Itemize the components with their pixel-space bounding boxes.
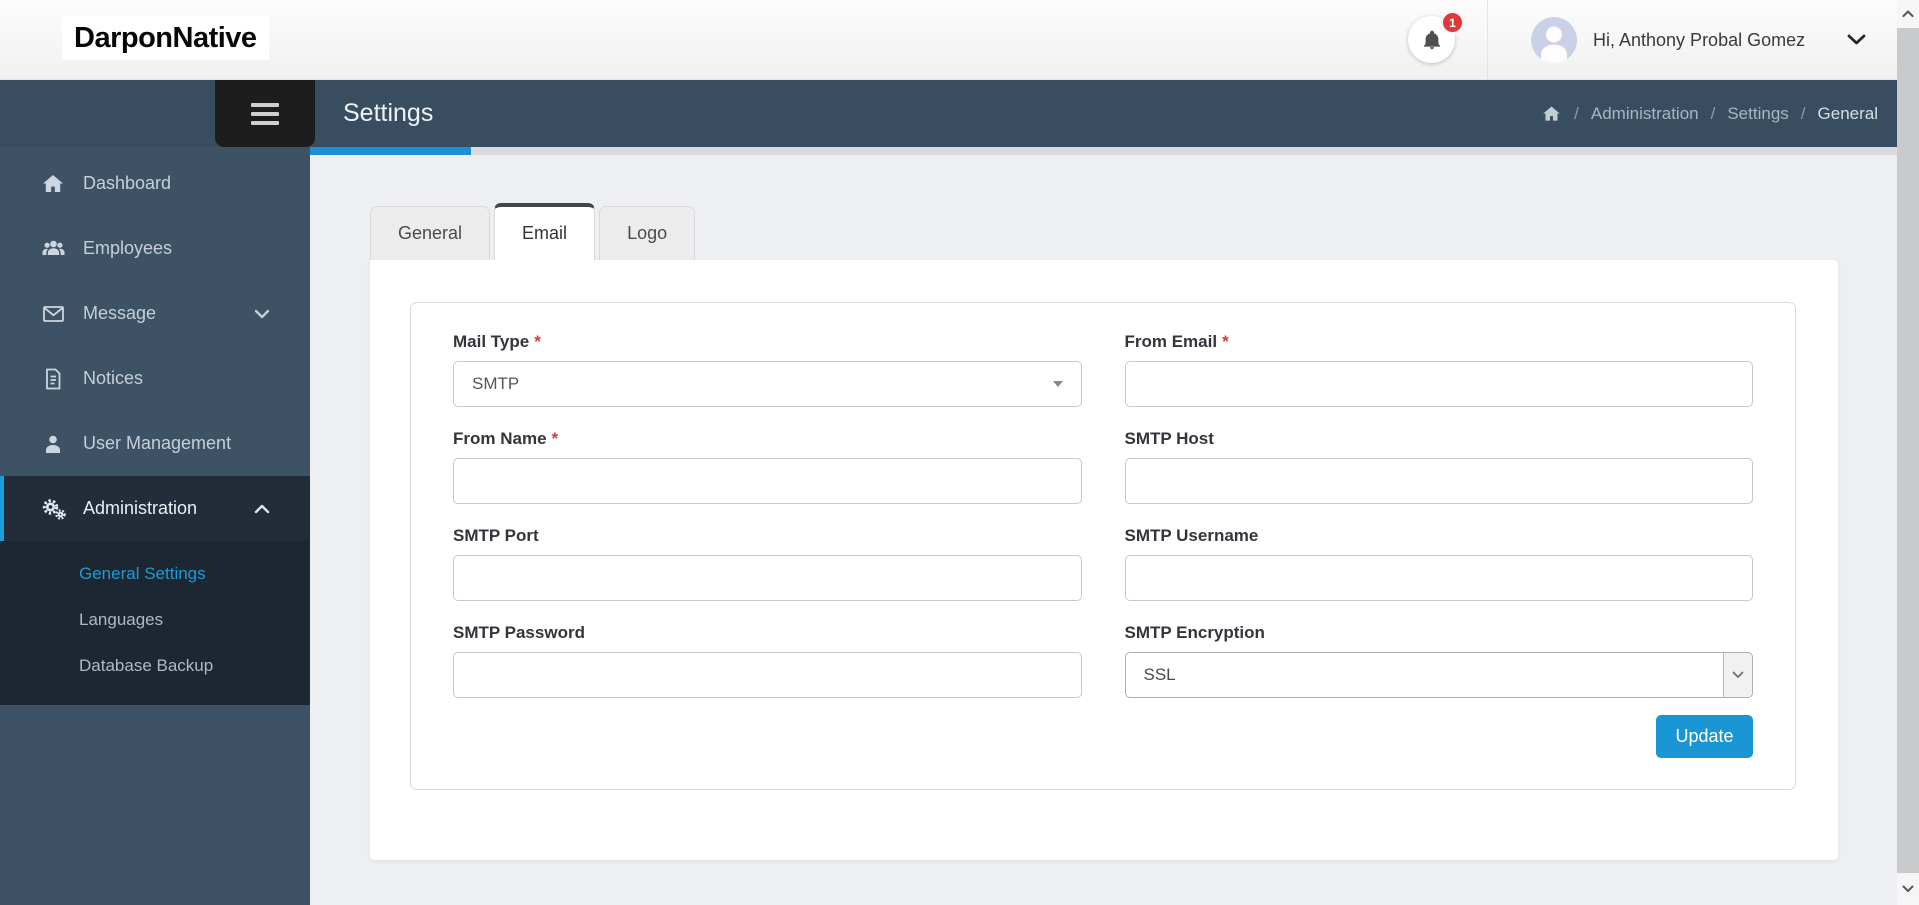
avatar — [1531, 17, 1577, 63]
user-menu[interactable]: Hi, Anthony Probal Gomez — [1531, 0, 1866, 80]
breadcrumb: / Administration / Settings / General — [1541, 80, 1878, 147]
sidebar: Dashboard Employees Message Notices User… — [0, 147, 310, 905]
field-smtp-username: SMTP Username — [1124, 525, 1753, 601]
sidebar-item-employees[interactable]: Employees — [0, 216, 310, 281]
field-smtp-encryption: SMTP Encryption SSL — [1124, 622, 1753, 698]
field-label: SMTP Encryption — [1124, 623, 1265, 642]
tab-email[interactable]: Email — [494, 203, 596, 260]
chevron-down-icon — [254, 309, 270, 319]
submenu-item-general-settings[interactable]: General Settings — [0, 551, 310, 597]
caret-down-icon — [1052, 381, 1063, 387]
notification-count-badge: 1 — [1441, 11, 1464, 34]
chevron-down-icon — [1723, 653, 1752, 697]
top-header: DarponNative 1 Hi, Anthony Probal Gomez — [0, 0, 1897, 80]
sidebar-item-message[interactable]: Message — [0, 281, 310, 346]
sidebar-toggle-button[interactable] — [215, 80, 315, 147]
mail-type-selected-value: SMTP — [472, 374, 520, 393]
sidebar-item-administration[interactable]: Administration — [0, 476, 310, 541]
sidebar-item-label: Administration — [83, 498, 198, 518]
submenu-item-database-backup[interactable]: Database Backup — [0, 643, 310, 689]
field-from-email: From Email * — [1124, 331, 1753, 407]
smtp-encryption-select[interactable]: SSL — [1124, 652, 1753, 698]
document-icon — [38, 367, 68, 391]
submenu-item-languages[interactable]: Languages — [0, 597, 310, 643]
scrollbar-thumb[interactable] — [1897, 28, 1919, 873]
user-icon — [38, 432, 68, 456]
notifications-button[interactable]: 1 — [1408, 11, 1464, 63]
field-from-name: From Name * — [453, 428, 1082, 504]
active-page-indicator — [310, 147, 471, 155]
required-asterisk: * — [551, 429, 559, 448]
sidebar-item-label: Message — [83, 303, 157, 323]
administration-submenu: General Settings Languages Database Back… — [0, 541, 310, 705]
navbar-bottom-strip — [471, 147, 1897, 155]
users-icon — [38, 237, 68, 261]
email-settings-panel: Mail Type * SMTP From Email * From Name … — [370, 260, 1838, 860]
email-settings-card: Mail Type * SMTP From Email * From Name … — [410, 302, 1796, 790]
breadcrumb-separator: / — [1574, 103, 1579, 123]
sidebar-item-label: Notices — [83, 368, 144, 388]
field-label: From Email * — [1124, 332, 1229, 351]
settings-tabs: General Email Logo — [370, 203, 699, 260]
field-label: SMTP Host — [1124, 429, 1214, 448]
from-name-field[interactable] — [453, 458, 1082, 504]
sidebar-item-label: Employees — [83, 238, 173, 258]
smtp-password-field[interactable] — [453, 652, 1082, 698]
field-label: SMTP Username — [1124, 526, 1259, 545]
update-button[interactable]: Update — [1656, 715, 1753, 758]
scroll-down-button[interactable] — [1897, 873, 1919, 905]
breadcrumb-separator: / — [1710, 103, 1716, 123]
sidebar-item-notices[interactable]: Notices — [0, 346, 310, 411]
field-mail-type: Mail Type * SMTP — [453, 331, 1082, 407]
page-title: Settings — [343, 99, 434, 127]
field-smtp-host: SMTP Host — [1124, 428, 1753, 504]
smtp-port-field[interactable] — [453, 555, 1082, 601]
breadcrumb-administration[interactable]: Administration — [1591, 104, 1699, 124]
smtp-username-field[interactable] — [1124, 555, 1753, 601]
field-label: From Name * — [453, 429, 559, 448]
title-bar: Settings / Administration / Settings / G… — [0, 80, 1897, 147]
breadcrumb-general: General — [1817, 103, 1878, 123]
breadcrumb-separator: / — [1800, 103, 1806, 123]
field-label: SMTP Password — [453, 623, 585, 642]
home-icon[interactable] — [1541, 104, 1562, 124]
smtp-host-field[interactable] — [1124, 458, 1753, 504]
chevron-up-icon — [254, 504, 270, 514]
field-label: Mail Type * — [453, 332, 541, 351]
sidebar-item-label: Dashboard — [83, 173, 172, 193]
required-asterisk: * — [1222, 332, 1229, 351]
envelope-icon — [38, 302, 68, 326]
app-logo[interactable]: DarponNative — [62, 16, 269, 60]
gears-icon — [38, 497, 68, 521]
breadcrumb-settings[interactable]: Settings — [1727, 104, 1788, 124]
chevron-down-icon[interactable] — [1847, 34, 1866, 46]
field-smtp-port: SMTP Port — [453, 525, 1082, 601]
sidebar-item-label: User Management — [83, 433, 232, 453]
mail-type-select[interactable]: SMTP — [453, 361, 1082, 407]
field-label: SMTP Port — [453, 526, 539, 545]
field-smtp-password: SMTP Password — [453, 622, 1082, 698]
app-root: DarponNative 1 Hi, Anthony Probal Gomez — [0, 0, 1919, 905]
vertical-scrollbar — [1897, 0, 1919, 905]
tab-general[interactable]: General — [370, 206, 491, 260]
sidebar-item-dashboard[interactable]: Dashboard — [0, 151, 310, 216]
tab-logo[interactable]: Logo — [599, 206, 696, 260]
scroll-up-button[interactable] — [1897, 0, 1919, 28]
header-divider — [1487, 0, 1488, 80]
from-email-field[interactable] — [1124, 361, 1753, 407]
form-actions: Update — [453, 715, 1753, 758]
smtp-form: Mail Type * SMTP From Email * From Name … — [453, 331, 1753, 719]
bell-icon — [1421, 28, 1443, 52]
smtp-encryption-selected-value: SSL — [1143, 665, 1176, 684]
home-icon — [38, 172, 68, 196]
required-asterisk: * — [534, 332, 541, 351]
user-greeting: Hi, Anthony Probal Gomez — [1593, 29, 1806, 50]
sidebar-item-user-management[interactable]: User Management — [0, 411, 310, 476]
